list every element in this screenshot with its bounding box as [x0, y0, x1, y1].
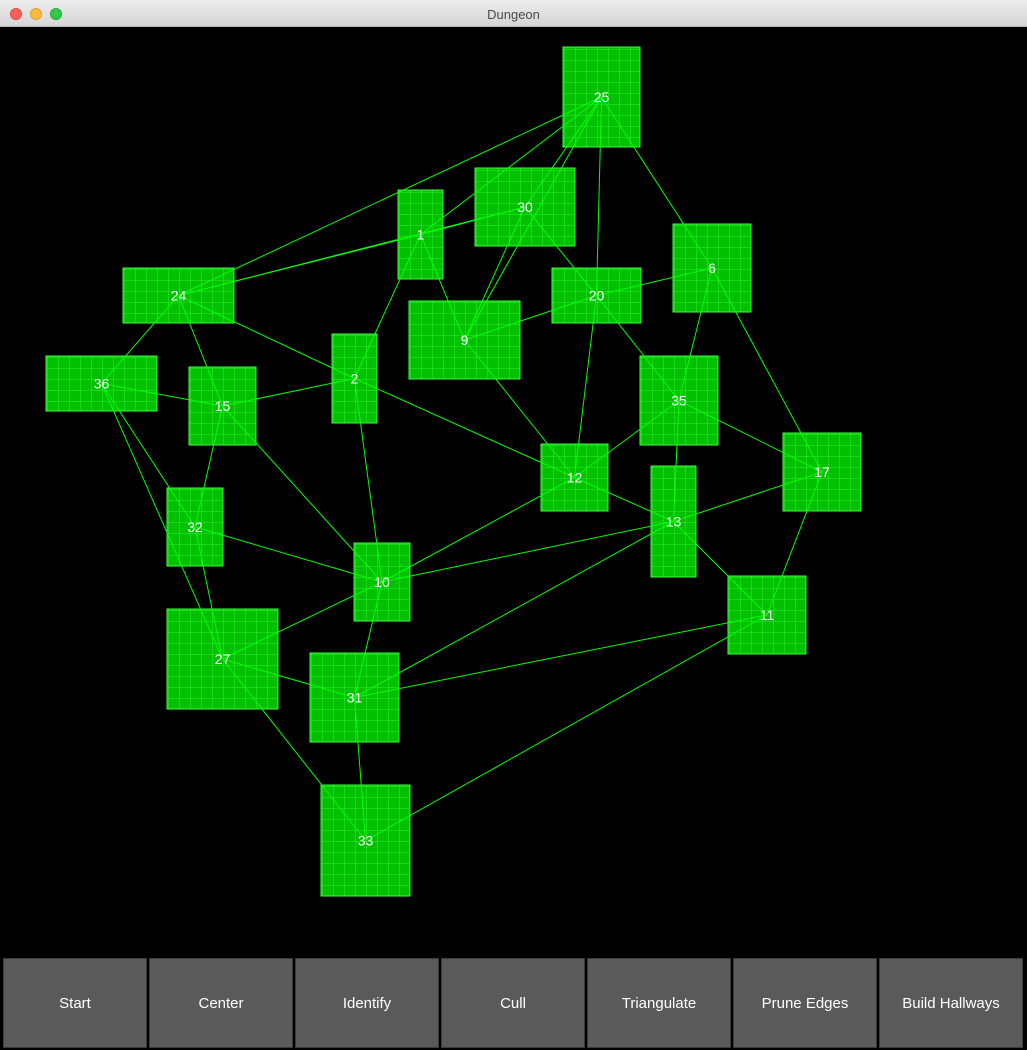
room-label-35: 35: [671, 393, 687, 409]
edge-24-2: [178, 295, 355, 379]
room-label-33: 33: [358, 833, 374, 849]
center-button[interactable]: Center: [149, 958, 293, 1048]
edge-11-31: [354, 614, 768, 698]
edge-2-12: [354, 378, 575, 478]
room-label-20: 20: [589, 288, 605, 304]
room-label-27: 27: [215, 651, 231, 667]
dungeon-canvas[interactable]: 25 30 1 6 24 20 9 2 36 15 35 17 12 13 32 10 11 27 31 33: [3, 27, 1025, 955]
window-title: Dungeon: [487, 7, 540, 22]
edge-13-10: [381, 521, 674, 583]
room-label-36: 36: [94, 376, 110, 392]
toolbar: Start Center Identify Cull Triangulate P…: [0, 955, 1027, 1050]
edge-11-33: [365, 614, 768, 841]
room-label-15: 15: [215, 398, 231, 414]
room-label-11: 11: [760, 607, 775, 623]
room-label-6: 6: [708, 260, 716, 276]
title-bar[interactable]: Dungeon: [0, 0, 1027, 27]
room-label-31: 31: [347, 690, 363, 706]
room-label-17: 17: [814, 464, 830, 480]
room-label-24: 24: [171, 288, 187, 304]
edge-25-6: [601, 96, 713, 269]
edge-12-10: [381, 477, 575, 583]
dungeon-map: 25 30 1 6 24 20 9 2 36 15 35 17 12 13 32 10 11 27 31 33: [45, 46, 862, 897]
room-label-9: 9: [461, 332, 469, 348]
edge-6-17: [711, 267, 823, 473]
room-label-2: 2: [351, 371, 359, 387]
room-label-32: 32: [187, 519, 203, 535]
prune-edges-button[interactable]: Prune Edges: [733, 958, 877, 1048]
start-button[interactable]: Start: [3, 958, 147, 1048]
room-label-13: 13: [666, 514, 682, 530]
triangulate-button[interactable]: Triangulate: [587, 958, 731, 1048]
room-label-25: 25: [594, 89, 610, 105]
room-label-10: 10: [374, 574, 390, 590]
edge-15-10: [222, 405, 383, 583]
room-label-12: 12: [567, 470, 583, 486]
room-label-1: 1: [417, 227, 425, 243]
cull-button[interactable]: Cull: [441, 958, 585, 1048]
build-hallways-button[interactable]: Build Hallways: [879, 958, 1023, 1048]
dungeon-window: Dungeon 25 30 1 6 24 20 9 2 36 15 35 17 12 13 32 10 11 27…: [0, 0, 1027, 1050]
room-label-30: 30: [517, 199, 533, 215]
identify-button[interactable]: Identify: [295, 958, 439, 1048]
